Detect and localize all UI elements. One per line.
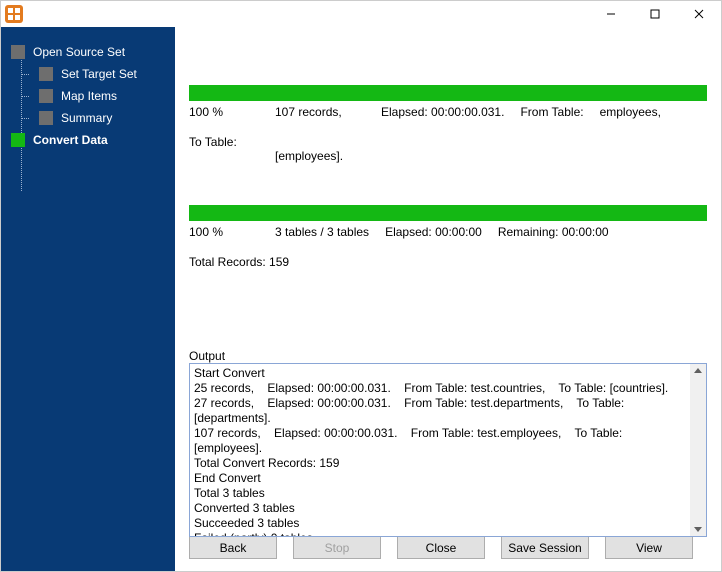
step-box-icon — [39, 89, 53, 103]
progress-bar — [189, 205, 707, 221]
close-button[interactable]: Close — [397, 536, 485, 559]
progress-percent: 100 % — [189, 105, 259, 119]
main-panel: 100 % 107 records, Elapsed: 00:00:00.031… — [175, 27, 721, 571]
step-label: Open Source Set — [33, 45, 125, 59]
close-window-button[interactable] — [677, 1, 721, 27]
step-label: Convert Data — [33, 133, 108, 147]
step-convert-data[interactable]: Convert Data — [11, 133, 167, 147]
app-icon — [5, 5, 23, 23]
step-open-source-set[interactable]: Open Source Set — [11, 45, 167, 59]
progress-to-label: To Table: — [189, 135, 237, 149]
progress-total: Total Records: 159 — [189, 255, 289, 269]
progress-records: 107 records, — [275, 105, 365, 119]
progress-remaining: Remaining: 00:00:00 — [498, 225, 609, 239]
step-box-icon — [11, 45, 25, 59]
progress-elapsed: Elapsed: 00:00:00 — [385, 225, 482, 239]
maximize-button[interactable] — [633, 1, 677, 27]
view-button[interactable]: View — [605, 536, 693, 559]
record-progress: 100 % 107 records, Elapsed: 00:00:00.031… — [189, 85, 707, 163]
scroll-up-icon[interactable] — [694, 368, 702, 373]
progress-to-value: [employees]. — [275, 149, 343, 163]
step-summary[interactable]: Summary — [39, 111, 167, 125]
step-label: Set Target Set — [61, 67, 137, 81]
step-box-icon — [39, 111, 53, 125]
title-bar — [1, 1, 721, 27]
scrollbar[interactable] — [690, 364, 706, 536]
minimize-button[interactable] — [589, 1, 633, 27]
step-map-items[interactable]: Map Items — [39, 89, 167, 103]
step-label: Summary — [61, 111, 112, 125]
step-label: Map Items — [61, 89, 117, 103]
table-progress: 100 % 3 tables / 3 tables Elapsed: 00:00… — [189, 205, 707, 269]
progress-elapsed: Elapsed: 00:00:00.031. — [381, 105, 504, 119]
wizard-steps-sidebar: Open Source Set Set Target Set Map Items… — [1, 27, 175, 571]
progress-from-value: employees, — [600, 105, 661, 119]
progress-tables: 3 tables / 3 tables — [275, 225, 369, 239]
stop-button[interactable]: Stop — [293, 536, 381, 559]
progress-from-label: From Table: — [520, 105, 583, 119]
save-session-button[interactable]: Save Session — [501, 536, 589, 559]
output-textarea[interactable]: Start Convert 25 records, Elapsed: 00:00… — [189, 363, 707, 537]
output-label: Output — [189, 349, 707, 363]
progress-bar — [189, 85, 707, 101]
progress-percent: 100 % — [189, 225, 259, 239]
step-box-icon — [11, 133, 25, 147]
step-box-icon — [39, 67, 53, 81]
back-button[interactable]: Back — [189, 536, 277, 559]
step-set-target-set[interactable]: Set Target Set — [39, 67, 167, 81]
scroll-down-icon[interactable] — [694, 527, 702, 532]
